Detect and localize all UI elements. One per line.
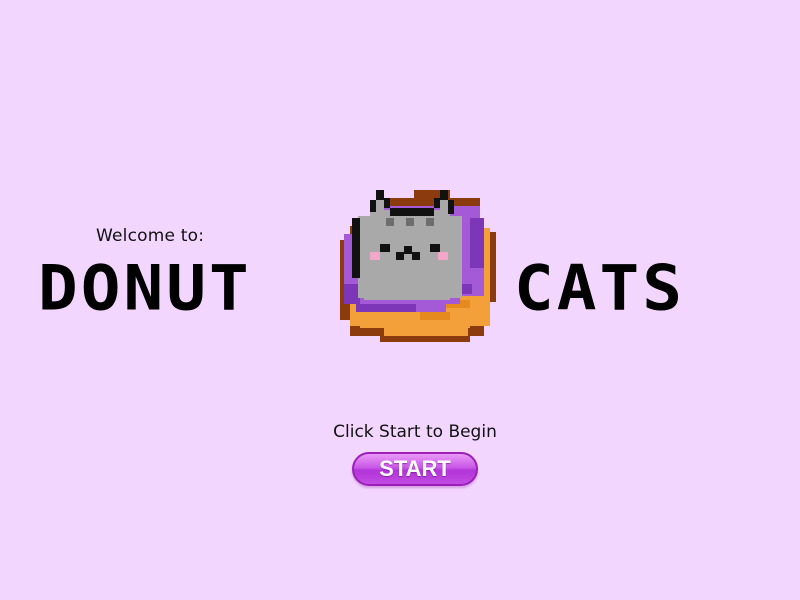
start-button[interactable]: START <box>352 452 478 486</box>
cat-stripes <box>386 218 434 226</box>
welcome-label: Welcome to: <box>96 226 205 246</box>
logo-word-donut: DONUT <box>38 251 252 325</box>
logo-word-cats: CATS <box>514 251 685 325</box>
start-prompt: Click Start to Begin <box>333 422 497 442</box>
donut-cat-logo-icon <box>340 190 496 342</box>
